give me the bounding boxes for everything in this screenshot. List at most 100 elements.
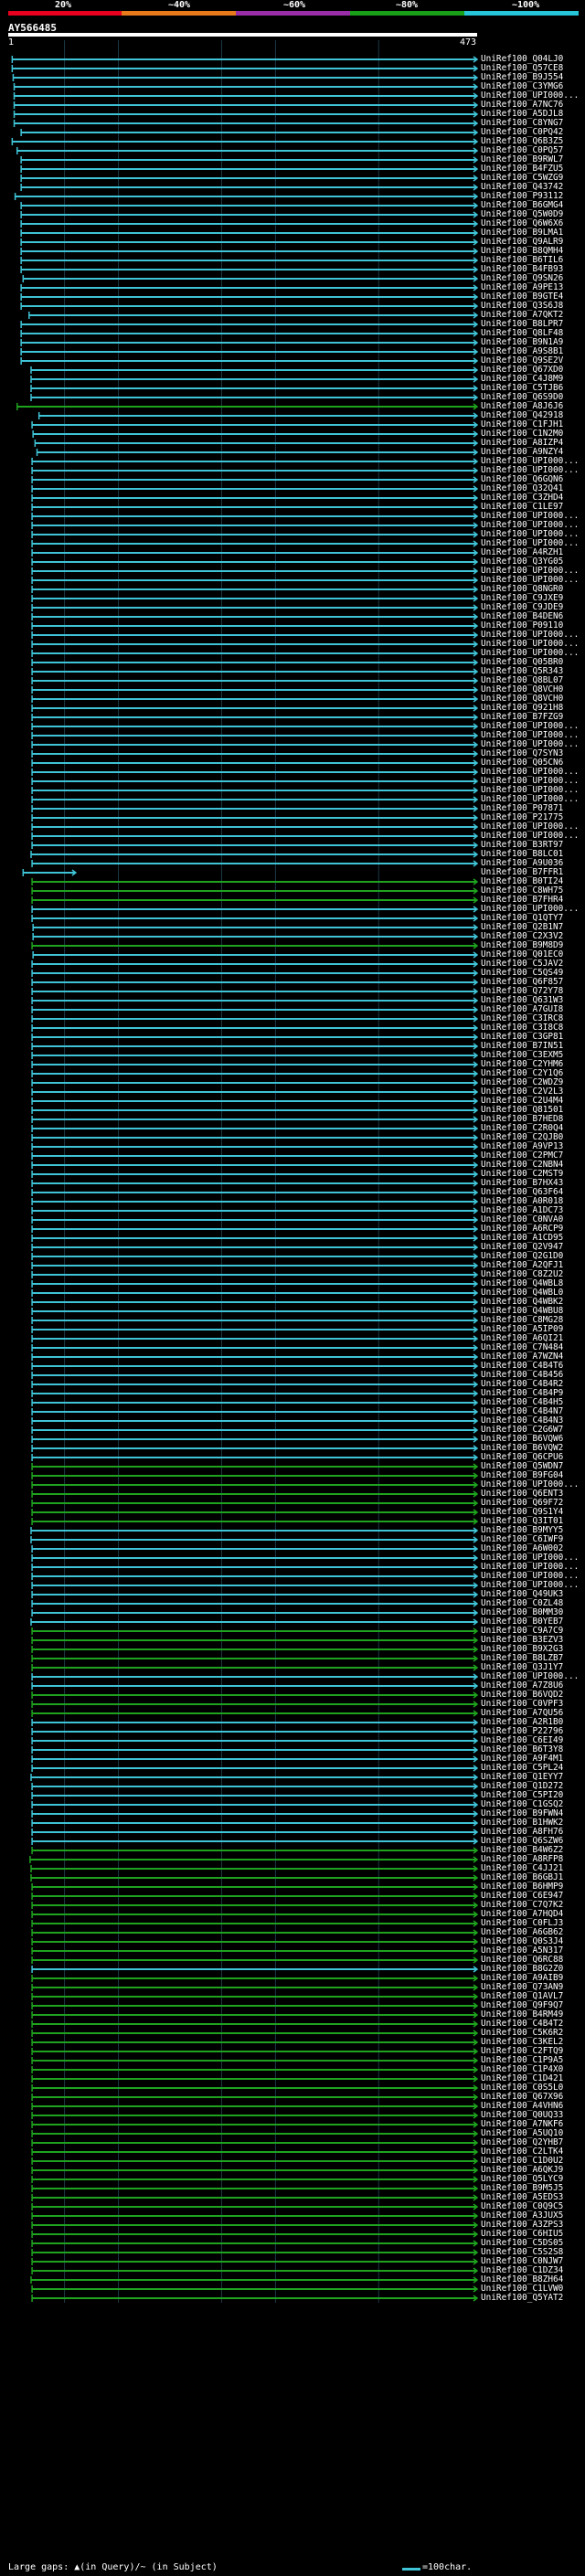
hit-bar[interactable] <box>31 915 479 922</box>
hit-bar[interactable] <box>31 2048 479 2055</box>
hit-bar[interactable] <box>31 942 479 949</box>
hit-bar[interactable] <box>31 1984 479 1991</box>
hit-bar[interactable] <box>31 2185 479 2192</box>
hit-bar[interactable] <box>22 869 78 876</box>
hit-bar[interactable] <box>20 175 479 182</box>
hit-bar[interactable] <box>30 1536 479 1543</box>
hit-bar[interactable] <box>16 147 479 154</box>
hit-bar[interactable] <box>13 101 479 109</box>
hit-bar[interactable] <box>31 622 479 630</box>
hit-bar[interactable] <box>31 1509 479 1516</box>
hit-bar[interactable] <box>31 421 479 429</box>
hit-bar[interactable] <box>31 1573 479 1580</box>
hit-bar[interactable] <box>31 1308 479 1315</box>
hit-bar[interactable] <box>31 1481 479 1489</box>
hit-bar[interactable] <box>31 467 479 474</box>
hit-bar[interactable] <box>31 1262 479 1269</box>
hit-bar[interactable] <box>13 83 479 90</box>
hit-bar[interactable] <box>32 430 479 438</box>
hit-bar[interactable] <box>31 759 479 767</box>
hit-bar[interactable] <box>31 558 479 566</box>
hit-bar[interactable] <box>31 1929 479 1936</box>
hit-bar[interactable] <box>31 1372 479 1379</box>
hit-bar[interactable] <box>37 412 479 419</box>
hit-bar[interactable] <box>31 1015 479 1023</box>
hit-bar[interactable] <box>22 275 479 282</box>
hit-bar[interactable] <box>31 1627 479 1635</box>
hit-bar[interactable] <box>31 1472 479 1479</box>
hit-bar[interactable] <box>31 814 479 822</box>
hit-bar[interactable] <box>31 1426 479 1434</box>
hit-bar[interactable] <box>31 778 479 785</box>
hit-bar[interactable] <box>20 293 479 301</box>
hit-bar[interactable] <box>31 1500 479 1507</box>
hit-bar[interactable] <box>31 2094 479 2101</box>
hit-bar[interactable] <box>31 1143 479 1150</box>
hit-bar[interactable] <box>31 750 479 758</box>
hit-bar[interactable] <box>31 796 479 803</box>
hit-bar[interactable] <box>31 631 479 639</box>
hit-bar[interactable] <box>31 1198 479 1205</box>
hit-bar[interactable] <box>31 577 479 584</box>
hit-bar[interactable] <box>31 1079 479 1087</box>
hit-bar[interactable] <box>31 896 479 904</box>
hit-bar[interactable] <box>30 1874 479 1882</box>
hit-bar[interactable] <box>31 1947 479 1955</box>
hit-bar[interactable] <box>12 74 479 81</box>
hit-bar[interactable] <box>31 1088 479 1096</box>
hit-bar[interactable] <box>31 842 479 849</box>
hit-bar[interactable] <box>31 1216 479 1224</box>
hit-bar[interactable] <box>31 1819 479 1827</box>
hit-bar[interactable] <box>31 960 479 968</box>
hit-bar[interactable] <box>32 924 479 931</box>
hit-bar[interactable] <box>31 1966 479 1973</box>
hit-bar[interactable] <box>31 1746 479 1754</box>
hit-bar[interactable] <box>31 1892 479 1900</box>
hit-bar[interactable] <box>20 156 479 164</box>
hit-bar[interactable] <box>31 1847 479 1854</box>
hit-bar[interactable] <box>20 321 479 328</box>
hit-bar[interactable] <box>11 56 479 63</box>
hit-bar[interactable] <box>20 248 479 255</box>
hit-bar[interactable] <box>31 1591 479 1598</box>
hit-bar[interactable] <box>20 357 479 365</box>
hit-bar[interactable] <box>31 1353 479 1361</box>
hit-bar[interactable] <box>31 1755 479 1763</box>
hit-bar[interactable] <box>31 2148 479 2156</box>
hit-bar[interactable] <box>31 1335 479 1342</box>
hit-bar[interactable] <box>31 1107 479 1114</box>
hit-bar[interactable] <box>31 2103 479 2110</box>
hit-bar[interactable] <box>34 440 479 447</box>
hit-bar[interactable] <box>31 586 479 593</box>
hit-bar[interactable] <box>31 988 479 995</box>
hit-bar[interactable] <box>31 695 479 703</box>
hit-bar[interactable] <box>31 1253 479 1260</box>
hit-bar[interactable] <box>31 1710 479 1717</box>
hit-bar[interactable] <box>31 659 479 666</box>
hit-bar[interactable] <box>31 1564 479 1571</box>
hit-bar[interactable] <box>31 1235 479 1242</box>
hit-bar[interactable] <box>14 193 479 200</box>
hit-bar[interactable] <box>20 165 479 173</box>
hit-bar[interactable] <box>28 312 479 319</box>
hit-bar[interactable] <box>31 2167 479 2174</box>
hit-bar[interactable] <box>31 741 479 748</box>
hit-bar[interactable] <box>31 1152 479 1160</box>
hit-bar[interactable] <box>31 540 479 547</box>
hit-bar[interactable] <box>31 1993 479 2000</box>
hit-bar[interactable] <box>20 220 479 228</box>
hit-bar[interactable] <box>31 531 479 538</box>
hit-bar[interactable] <box>31 1975 479 1982</box>
hit-bar[interactable] <box>11 138 479 145</box>
hit-bar[interactable] <box>31 970 479 977</box>
hit-bar[interactable] <box>31 805 479 812</box>
hit-bar[interactable] <box>31 1956 479 1964</box>
hit-label[interactable]: UniRef100_Q5YAT2 <box>481 2294 563 2303</box>
hit-bar[interactable] <box>31 1299 479 1306</box>
hit-bar[interactable] <box>31 1646 479 1653</box>
hit-bar[interactable] <box>20 229 479 237</box>
hit-bar[interactable] <box>31 1344 479 1352</box>
hit-bar[interactable] <box>20 330 479 337</box>
hit-bar[interactable] <box>31 1783 479 1790</box>
hit-bar[interactable] <box>30 385 479 392</box>
